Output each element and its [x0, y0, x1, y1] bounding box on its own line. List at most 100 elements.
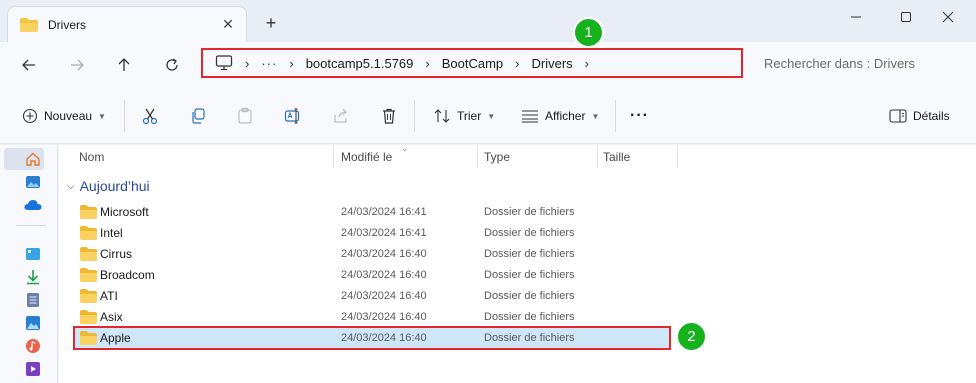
forward-button[interactable]: [64, 52, 90, 78]
address-bar[interactable]: › ··· › bootcamp5.1.5769 › BootCamp › Dr…: [201, 48, 743, 78]
table-row-selected[interactable]: Apple 24/03/2024 16:40 Dossier de fichiers: [73, 326, 671, 350]
column-divider[interactable]: [677, 145, 678, 168]
videos-icon[interactable]: [22, 358, 44, 380]
refresh-button[interactable]: [159, 52, 185, 78]
share-button[interactable]: [332, 104, 350, 128]
file-type: Dossier de fichiers: [484, 227, 575, 239]
close-window-button[interactable]: [933, 6, 963, 28]
address-row: › ··· › bootcamp5.1.5769 › BootCamp › Dr…: [0, 42, 976, 88]
table-row[interactable]: Asix 24/03/2024 16:40 Dossier de fichiers: [75, 307, 669, 327]
details-pane-icon: [889, 109, 907, 123]
music-icon[interactable]: [22, 335, 44, 357]
new-button[interactable]: Nouveau ▼: [22, 104, 106, 128]
view-button[interactable]: Afficher ▼: [521, 104, 599, 128]
desktop-icon[interactable]: [22, 243, 44, 265]
breadcrumb-bootcamp[interactable]: BootCamp: [442, 56, 503, 71]
file-type: Dossier de fichiers: [484, 248, 575, 260]
rename-button[interactable]: [284, 104, 302, 128]
list-view-icon: [522, 110, 538, 123]
group-label: Aujourd’hui: [79, 178, 150, 194]
breadcrumb-bootcamp-version[interactable]: bootcamp5.1.5769: [306, 56, 414, 71]
plus-circle-icon: [22, 108, 38, 124]
sort-icon: [434, 109, 450, 123]
sort-button[interactable]: Trier ▼: [433, 104, 495, 128]
folder-icon: [80, 268, 97, 282]
group-header-today[interactable]: ⌵ Aujourd’hui: [67, 178, 150, 194]
table-row[interactable]: Broadcom 24/03/2024 16:40 Dossier de fichi…: [75, 265, 669, 285]
arrow-up-icon: [118, 58, 130, 71]
command-bar: Nouveau ▼ Trier ▼ Afficher ▼ ··· Détails: [0, 88, 976, 144]
folder-icon: [80, 310, 97, 324]
file-date: 24/03/2024 16:40: [341, 248, 427, 260]
file-type: Dossier de fichiers: [484, 206, 575, 218]
file-type: Dossier de fichiers: [484, 332, 575, 344]
folder-icon: [80, 331, 97, 345]
details-button[interactable]: Détails: [889, 104, 950, 128]
pictures-icon[interactable]: [22, 312, 44, 334]
scissors-icon: [142, 108, 158, 125]
back-button[interactable]: [16, 52, 42, 78]
column-header-size[interactable]: Taille: [603, 145, 630, 168]
maximize-button[interactable]: [891, 6, 921, 28]
delete-button[interactable]: [380, 104, 398, 128]
folder-icon: [80, 289, 97, 303]
annotation-badge-2: 2: [676, 321, 707, 352]
file-type: Dossier de fichiers: [484, 290, 575, 302]
folder-icon: [80, 205, 97, 219]
home-icon[interactable]: [22, 148, 44, 170]
chevron-down-icon: ▼: [487, 111, 496, 121]
clipboard-icon: [238, 107, 252, 124]
view-button-label: Afficher: [545, 109, 586, 123]
file-list: Nom Modifié le ⌄ Type Taille ⌵ Aujourd’h…: [59, 143, 976, 383]
copy-button[interactable]: [189, 104, 207, 128]
breadcrumb-separator[interactable]: ›: [289, 56, 293, 71]
table-row[interactable]: ATI 24/03/2024 16:40 Dossier de fichiers: [75, 286, 669, 306]
tab-drivers[interactable]: Drivers ✕: [7, 6, 247, 42]
new-tab-button[interactable]: +: [261, 13, 281, 33]
file-name: Apple: [100, 331, 131, 345]
tab-bar: Drivers ✕ +: [0, 0, 976, 42]
table-row[interactable]: Intel 24/03/2024 16:41 Dossier de fichiers: [75, 223, 669, 243]
column-header-name[interactable]: Nom: [79, 145, 104, 168]
column-divider[interactable]: [477, 145, 478, 168]
onedrive-icon[interactable]: [22, 194, 44, 216]
close-tab-icon[interactable]: ✕: [220, 16, 236, 32]
documents-icon[interactable]: [22, 289, 44, 311]
downloads-icon[interactable]: [22, 266, 44, 288]
file-date: 24/03/2024 16:40: [341, 332, 427, 344]
sidebar-divider: [16, 225, 46, 226]
gallery-icon[interactable]: [22, 171, 44, 193]
more-icon: ···: [630, 107, 649, 124]
table-row[interactable]: Cirrus 24/03/2024 16:40 Dossier de fichier…: [75, 244, 669, 264]
file-date: 24/03/2024 16:41: [341, 206, 427, 218]
sort-indicator-icon: ⌄: [401, 143, 409, 153]
breadcrumb-separator[interactable]: ›: [515, 56, 519, 71]
breadcrumb-ellipsis[interactable]: ···: [261, 56, 277, 71]
paste-button[interactable]: [236, 104, 254, 128]
column-divider[interactable]: [333, 145, 334, 168]
refresh-icon: [166, 58, 178, 71]
column-divider[interactable]: [597, 145, 598, 168]
breadcrumb-separator[interactable]: ›: [245, 56, 249, 71]
cut-button[interactable]: [141, 104, 159, 128]
column-header-date[interactable]: Modifié le: [341, 145, 392, 168]
table-row[interactable]: Microsoft 24/03/2024 16:41 Dossier de fich…: [75, 202, 669, 222]
up-button[interactable]: [111, 52, 137, 78]
new-button-label: Nouveau: [44, 109, 93, 123]
file-name: Intel: [100, 226, 123, 240]
column-header-type[interactable]: Type: [484, 145, 510, 168]
share-icon: [334, 108, 347, 123]
breadcrumb-separator[interactable]: ›: [585, 56, 589, 71]
breadcrumb-drivers[interactable]: Drivers: [532, 56, 573, 71]
file-date: 24/03/2024 16:41: [341, 227, 427, 239]
minimize-button[interactable]: [841, 6, 871, 28]
file-name: Microsoft: [100, 205, 149, 219]
toolbar-divider: [615, 100, 616, 132]
navigation-pane: [0, 145, 58, 383]
more-options-button[interactable]: ···: [630, 104, 649, 128]
file-type: Dossier de fichiers: [484, 311, 575, 323]
toolbar-divider: [124, 100, 125, 132]
search-input[interactable]: Rechercher dans : Drivers: [750, 48, 970, 78]
breadcrumb-separator[interactable]: ›: [425, 56, 429, 71]
file-type: Dossier de fichiers: [484, 269, 575, 281]
